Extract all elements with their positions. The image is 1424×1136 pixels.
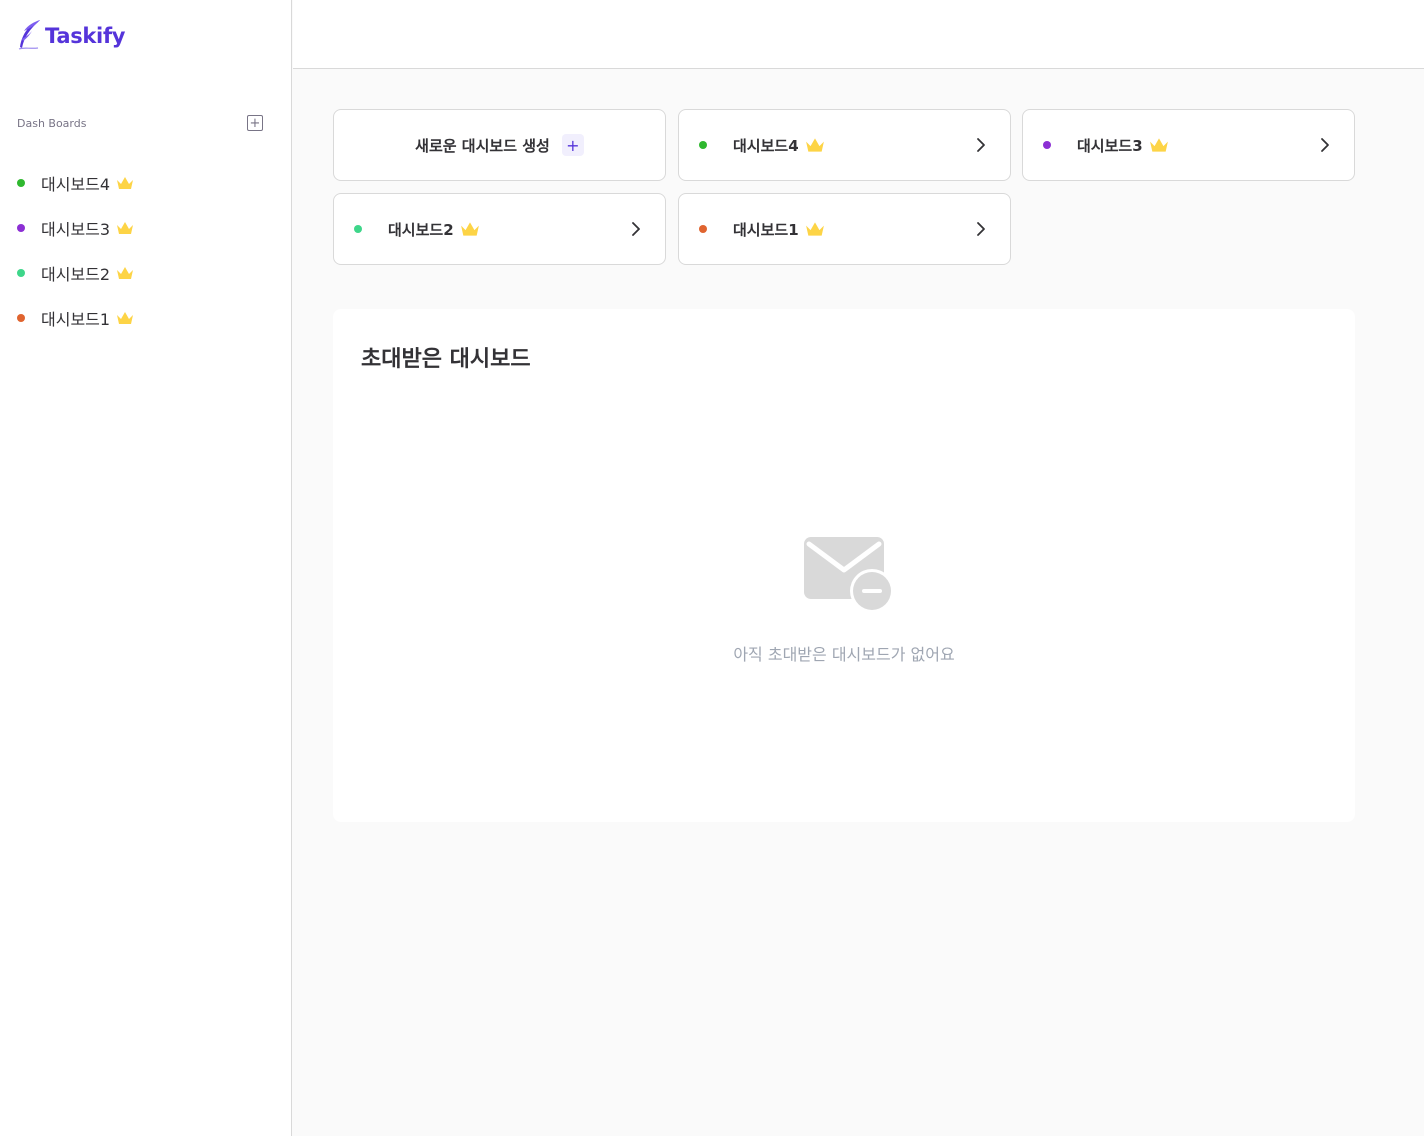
new-dashboard-button[interactable]: 새로운 대시보드 생성 + <box>333 109 666 181</box>
dashboards-label: Dash Boards <box>17 116 87 130</box>
color-dot <box>17 178 25 187</box>
chevron-right-icon <box>977 138 985 152</box>
crown-icon <box>117 176 134 189</box>
sidebar-item-dashboard2[interactable]: 대시보드2 <box>16 250 134 295</box>
mail-minus-icon <box>804 537 893 613</box>
sidebar-item-label: 대시보드1 <box>41 309 111 329</box>
color-dot <box>699 225 707 233</box>
color-dot <box>699 141 707 149</box>
color-dot <box>17 268 25 277</box>
crown-icon <box>117 311 134 324</box>
crown-icon <box>117 221 134 234</box>
invited-dashboards-panel: 초대받은 대시보드 아직 초대받은 대시보드가 없어요 <box>333 309 1355 822</box>
sidebar-item-label: 대시보드4 <box>41 174 111 194</box>
color-dot <box>354 225 362 233</box>
dashboard-card-4[interactable]: 대시보드4 <box>678 109 1011 181</box>
sidebar-item-dashboard1[interactable]: 대시보드1 <box>16 295 134 340</box>
new-dashboard-label: 새로운 대시보드 생성 <box>415 136 550 155</box>
dashboard-card-label: 대시보드2 <box>388 220 454 239</box>
crown-icon <box>805 138 824 152</box>
sidebar-item-label: 대시보드3 <box>41 219 111 239</box>
chevron-right-icon <box>977 222 985 236</box>
crown-icon <box>460 222 479 236</box>
crown-icon <box>117 266 134 279</box>
top-header <box>293 0 1424 69</box>
empty-message: 아직 초대받은 대시보드가 없어요 <box>733 645 955 664</box>
dashboard-card-label: 대시보드3 <box>1077 136 1143 155</box>
color-dot <box>17 313 25 322</box>
crown-icon <box>805 222 824 236</box>
chevron-right-icon <box>1321 138 1329 152</box>
plus-icon: + <box>561 134 584 156</box>
add-dashboard-button[interactable]: + <box>247 115 263 131</box>
dashboards-header: Dash Boards + <box>17 115 263 131</box>
sidebar-dashboard-list: 대시보드4 대시보드3 대시보드2 대시보드1 <box>16 160 134 340</box>
dashboard-card-2[interactable]: 대시보드2 <box>333 193 666 265</box>
color-dot <box>1043 141 1051 149</box>
dashboard-card-1[interactable]: 대시보드1 <box>678 193 1011 265</box>
sidebar-item-dashboard4[interactable]: 대시보드4 <box>16 160 134 205</box>
chevron-right-icon <box>632 222 640 236</box>
logo[interactable]: Taskify <box>16 19 125 53</box>
invited-dashboards-title: 초대받은 대시보드 <box>361 347 531 372</box>
sidebar-item-label: 대시보드2 <box>41 264 111 284</box>
crown-icon <box>1149 138 1168 152</box>
plus-icon: + <box>249 115 261 131</box>
dashboard-card-label: 대시보드1 <box>733 220 799 239</box>
dashboard-card-label: 대시보드4 <box>733 136 799 155</box>
logo-text: Taskify <box>45 24 126 48</box>
color-dot <box>17 223 25 232</box>
sidebar-item-dashboard3[interactable]: 대시보드3 <box>16 205 134 250</box>
sidebar: Taskify Dash Boards + 대시보드4 대시보드3 대시보드2 … <box>0 0 292 1136</box>
feather-logo-icon <box>18 20 40 50</box>
dashboard-card-3[interactable]: 대시보드3 <box>1022 109 1355 181</box>
